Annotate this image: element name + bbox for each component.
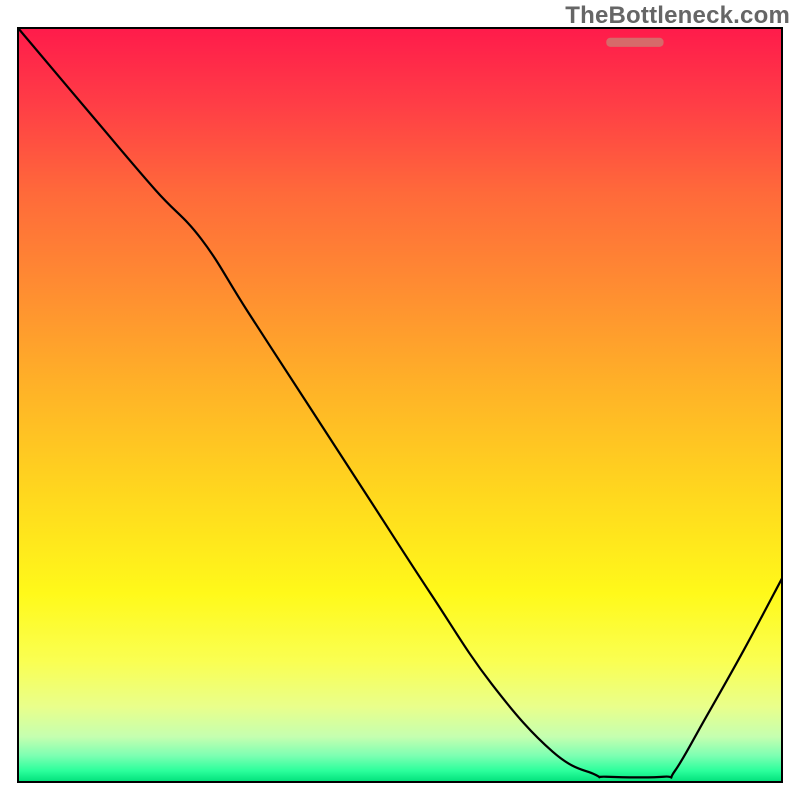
chart-svg bbox=[0, 0, 800, 800]
watermark-text: TheBottleneck.com bbox=[565, 2, 790, 30]
plot-background bbox=[18, 28, 782, 782]
optimum-marker bbox=[606, 38, 663, 47]
chart-canvas: TheBottleneck.com bbox=[0, 0, 800, 800]
